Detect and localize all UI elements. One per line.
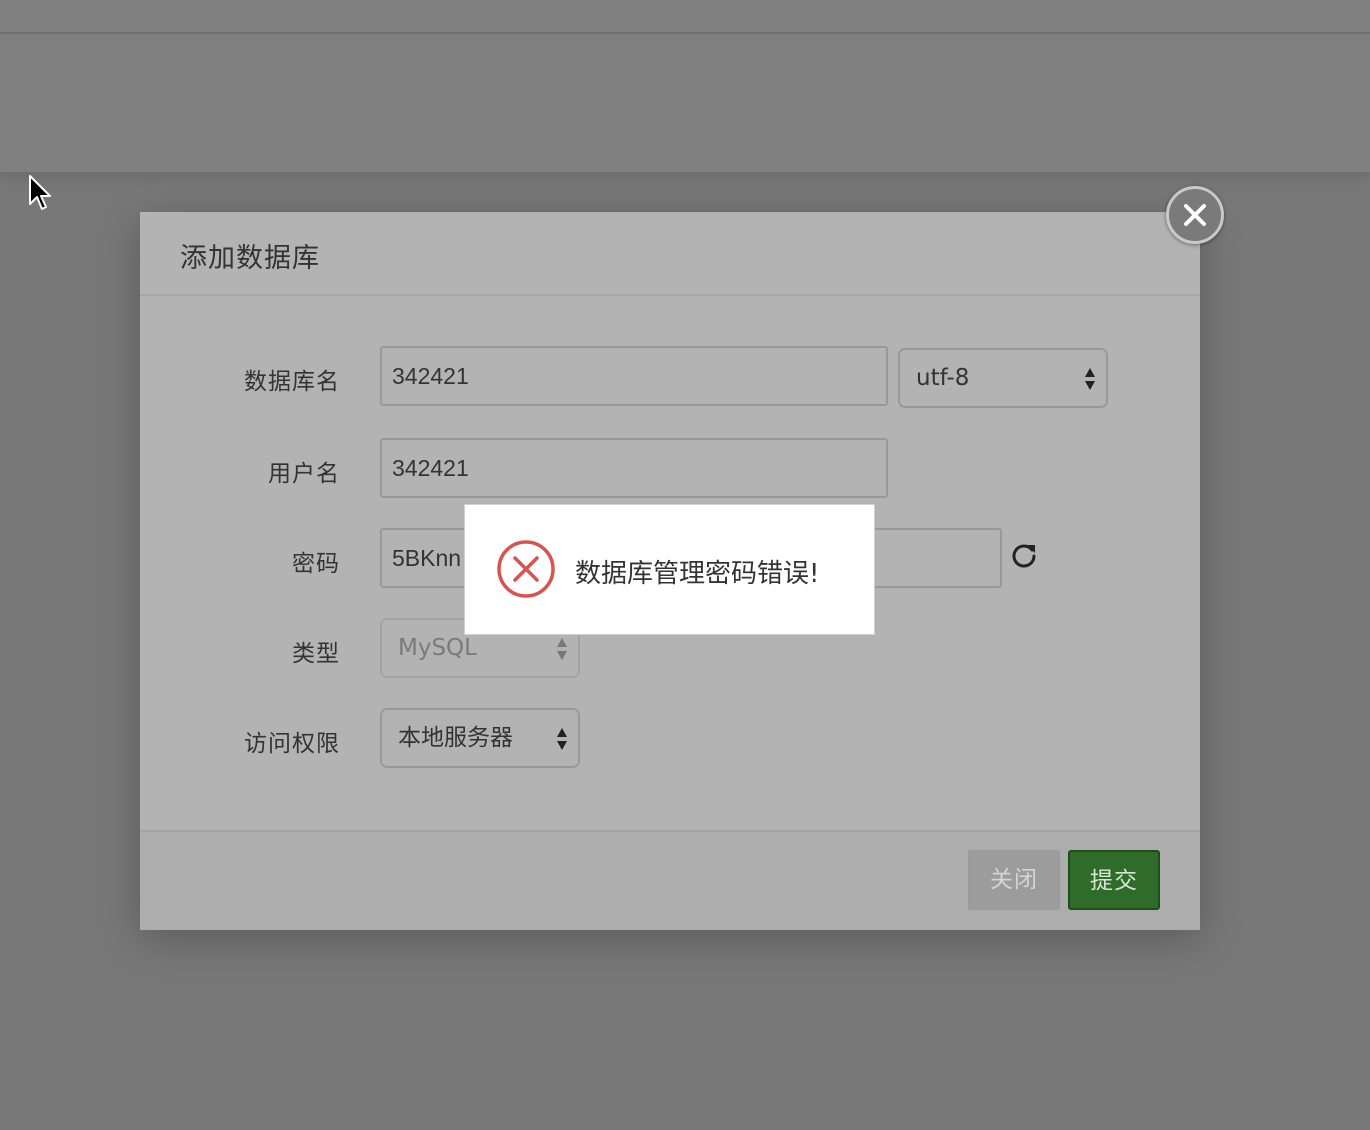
dialog-close-button[interactable]: [1166, 186, 1224, 244]
db-name-label: 数据库名: [244, 369, 340, 395]
submit-button[interactable]: 提交: [1068, 850, 1160, 910]
username-input[interactable]: 342421: [380, 438, 888, 498]
dialog-header: 添加数据库: [140, 212, 1200, 296]
charset-select-value: utf-8: [916, 365, 970, 391]
select-arrows-icon: [557, 638, 567, 660]
header-divider: [0, 32, 1370, 34]
mouse-cursor-icon: [29, 175, 51, 210]
background-header: [0, 0, 1370, 172]
select-arrows-icon: [557, 728, 567, 750]
username-label: 用户名: [268, 461, 340, 487]
close-button[interactable]: 关闭: [968, 850, 1060, 910]
password-label: 密码: [292, 551, 340, 577]
error-message: 数据库管理密码错误!: [575, 559, 820, 589]
access-label: 访问权限: [244, 731, 340, 757]
select-arrows-icon: [1085, 368, 1095, 390]
dialog-footer: 关闭 提交: [140, 830, 1200, 930]
db-name-input[interactable]: 342421: [380, 346, 888, 406]
access-select[interactable]: 本地服务器: [380, 708, 580, 768]
error-toast: 数据库管理密码错误!: [464, 504, 875, 635]
type-select-value: MySQL: [398, 635, 477, 661]
charset-select[interactable]: utf-8: [898, 348, 1108, 408]
refresh-password-icon[interactable]: [1010, 541, 1038, 569]
type-label: 类型: [292, 641, 340, 667]
access-select-value: 本地服务器: [398, 725, 513, 751]
error-circle-icon: [497, 540, 555, 598]
close-icon: [1184, 204, 1206, 226]
dialog-title: 添加数据库: [180, 243, 320, 274]
